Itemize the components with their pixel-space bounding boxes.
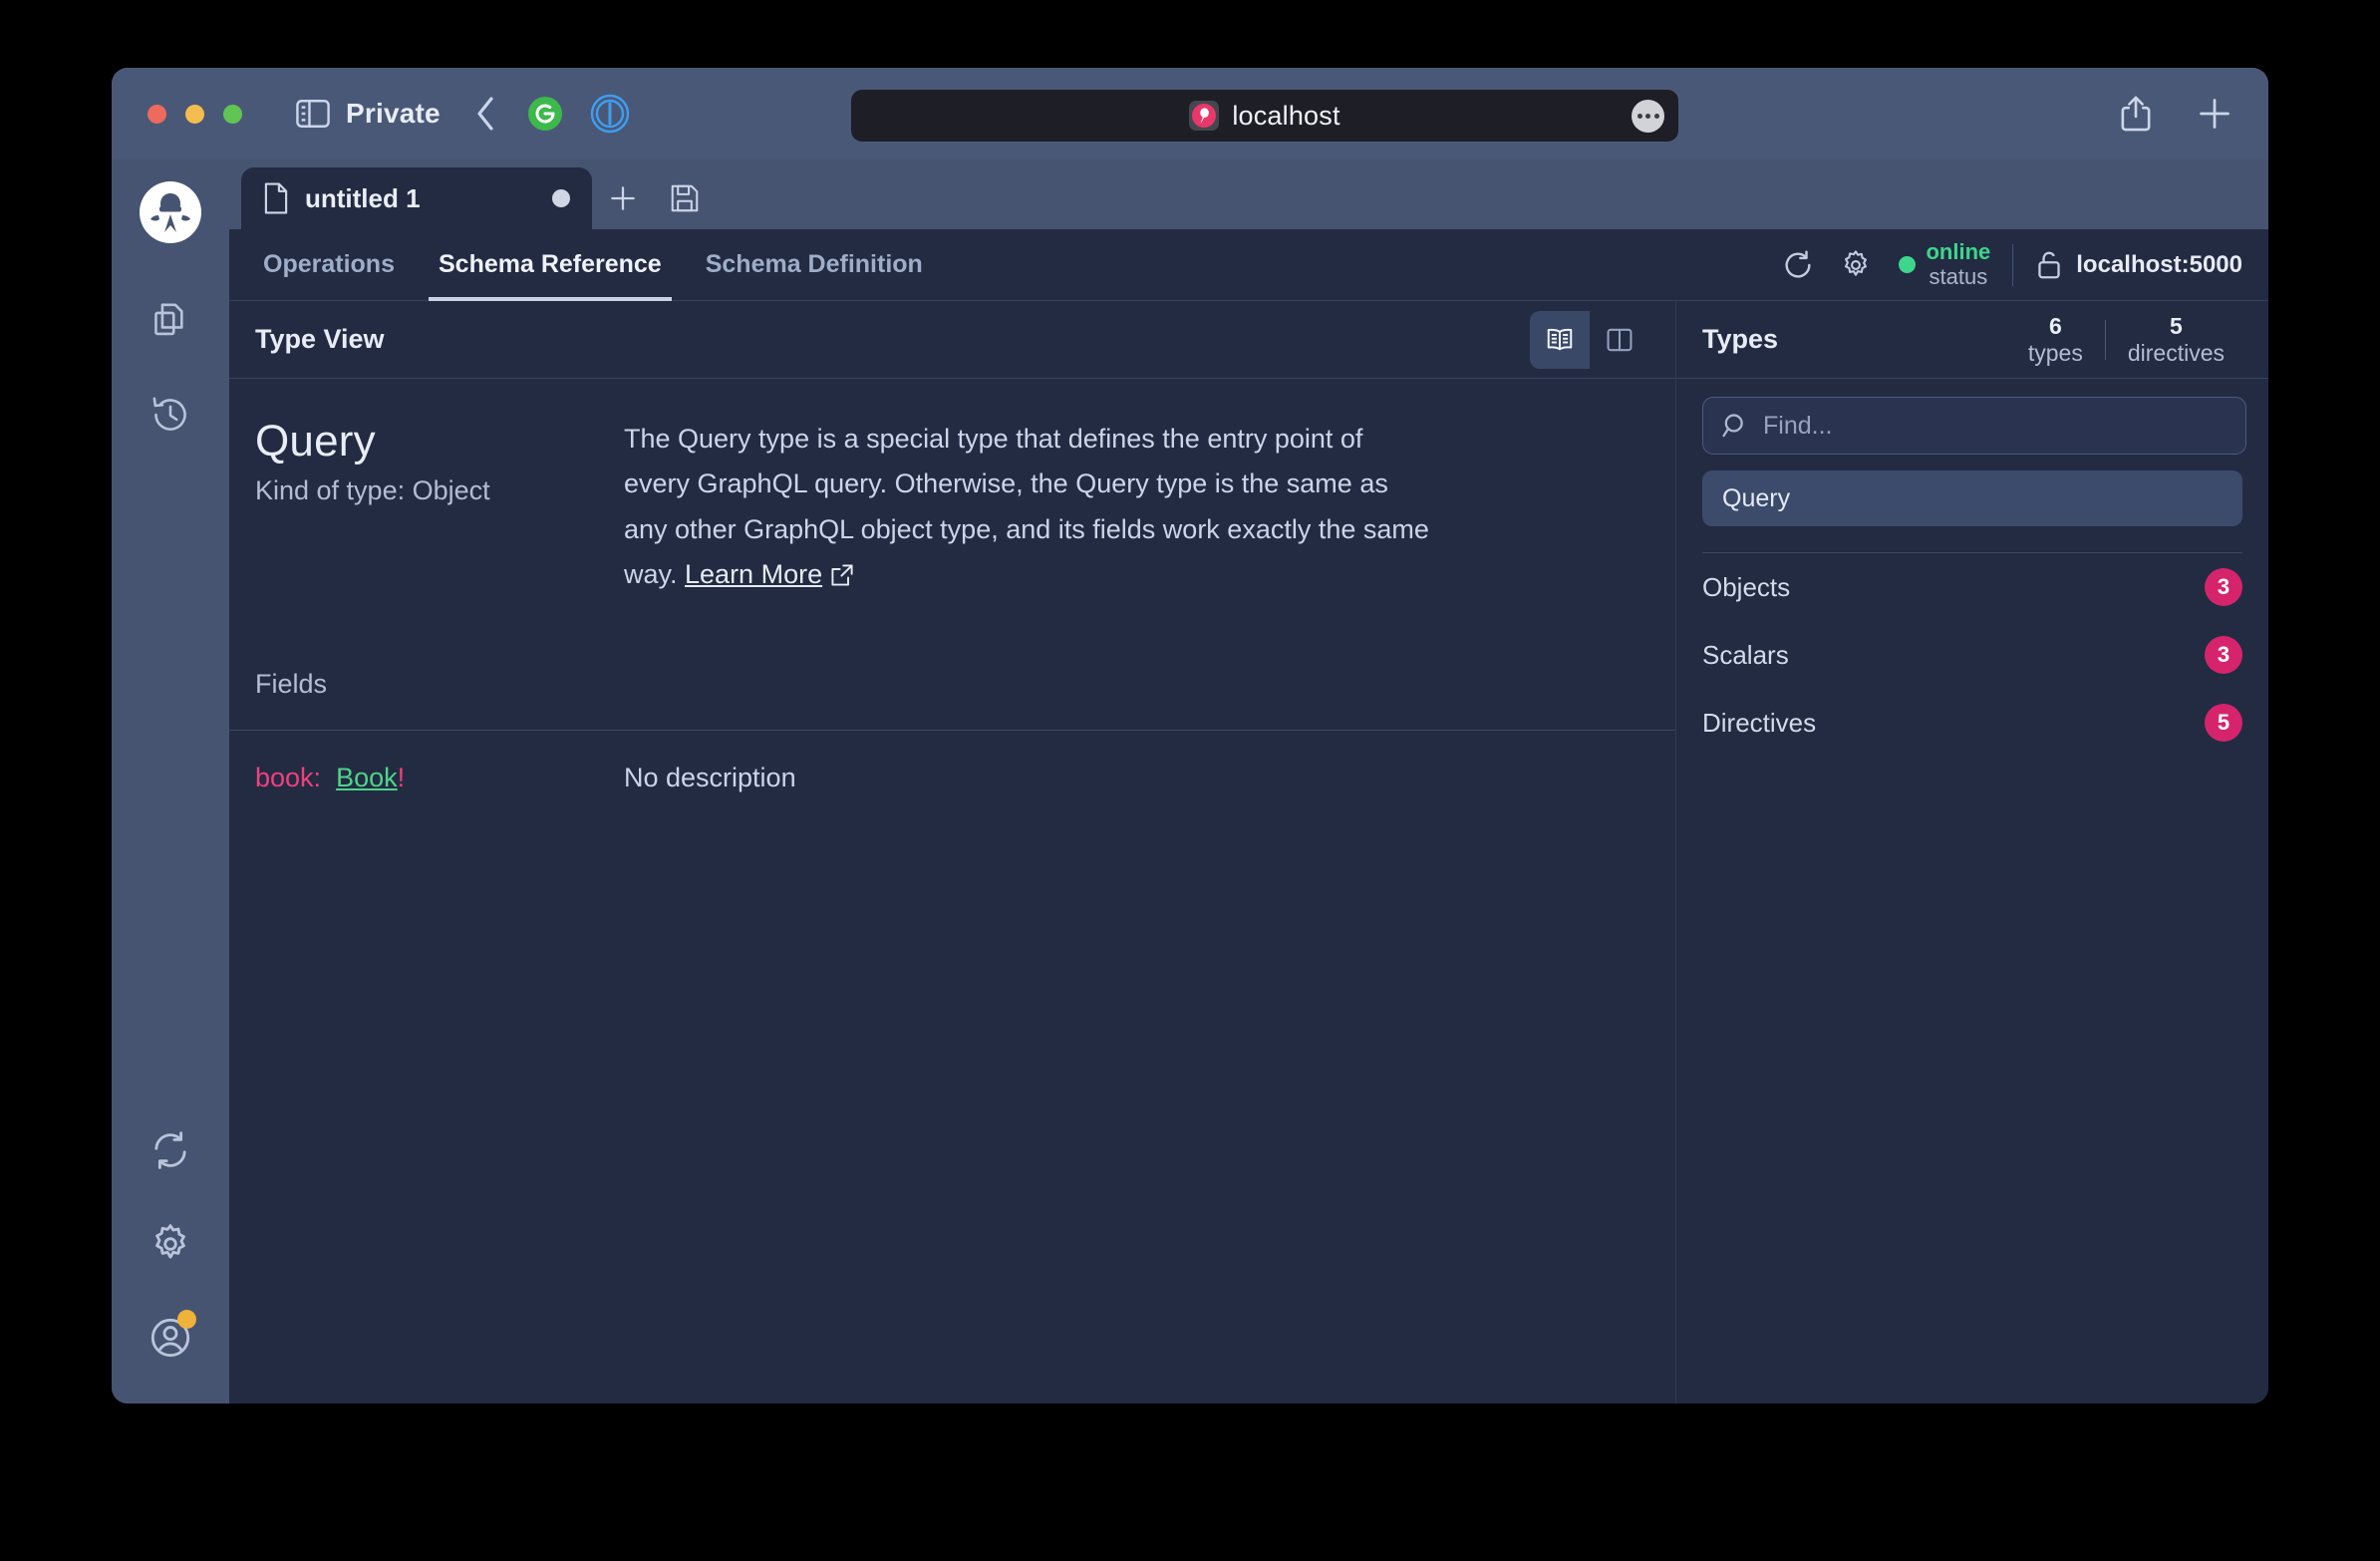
- status-badge: 3: [2205, 568, 2242, 606]
- tab-operations[interactable]: Operations: [241, 229, 417, 301]
- type-view-header: Type View: [229, 301, 1675, 379]
- account-notification-badge: [177, 1310, 196, 1329]
- field-nonnull-marker: !: [397, 763, 406, 793]
- schema-tabs: Operations Schema Reference Schema Defin…: [229, 229, 2268, 301]
- toolbar-right-actions: [2119, 68, 2232, 159]
- grammarly-icon[interactable]: [526, 95, 564, 133]
- list-item-label: Directives: [1702, 707, 1817, 738]
- type-view-panel: Type View Query Kind of type: Object The…: [229, 301, 1676, 1404]
- list-item[interactable]: Scalars 3: [1702, 621, 2242, 689]
- window-tab-label: untitled 1: [305, 182, 421, 213]
- types-counters: 6 types 5 directives: [2006, 313, 2246, 365]
- types-count: 6 types: [2006, 313, 2105, 365]
- type-identity: Query Kind of type: Object: [255, 417, 624, 601]
- types-count-label: types: [2027, 339, 2083, 366]
- external-link-icon[interactable]: [830, 556, 854, 601]
- field-description: No description: [624, 763, 796, 793]
- list-item-label: Scalars: [1702, 639, 1789, 670]
- unsaved-indicator-dot: [552, 189, 570, 207]
- docs-icon[interactable]: [139, 289, 202, 353]
- tab-schema-definition[interactable]: Schema Definition: [684, 229, 945, 301]
- account-icon[interactable]: [139, 1306, 202, 1370]
- directives-count-value: 5: [2170, 313, 2183, 340]
- types-selected-item[interactable]: Query: [1702, 470, 2242, 526]
- list-item[interactable]: Objects 3: [1702, 553, 2242, 621]
- type-description: The Query type is a special type that de…: [624, 417, 1431, 601]
- altair-app: untitled 1 Operations Schema Reference S…: [112, 159, 2268, 1404]
- private-mode-label: Private: [346, 98, 441, 129]
- close-window-button[interactable]: [148, 104, 166, 124]
- page-title: Type View: [255, 324, 385, 354]
- settings-gear-icon[interactable]: [139, 1212, 202, 1276]
- status-badge: 3: [2205, 636, 2242, 674]
- field-type-link[interactable]: Book: [336, 763, 398, 792]
- sync-icon[interactable]: [139, 1118, 202, 1182]
- add-window-button[interactable]: [592, 167, 654, 229]
- type-view-body: Query Kind of type: Object The Query typ…: [229, 379, 1675, 1404]
- learn-more-link[interactable]: Learn More: [685, 559, 822, 589]
- type-kind: Kind of type: Object: [255, 475, 490, 505]
- content-area: Type View Query Kind of type: Object The…: [229, 301, 2268, 1404]
- maximize-window-button[interactable]: [223, 104, 242, 124]
- altair-logo[interactable]: [140, 181, 201, 243]
- book-view-icon[interactable]: [1530, 310, 1590, 369]
- more-options-icon[interactable]: [1632, 100, 1664, 133]
- table-row[interactable]: book: Book! No description: [229, 731, 1675, 793]
- field-name: book:: [255, 763, 322, 793]
- unlock-icon: [2035, 250, 2063, 280]
- field-signature: book: Book!: [255, 763, 624, 793]
- types-title: Types: [1702, 324, 1779, 354]
- type-summary: Query Kind of type: Object The Query typ…: [229, 379, 1675, 601]
- altair-favicon-icon: [1189, 101, 1220, 131]
- window-controls: [112, 104, 242, 124]
- types-panel-header: Types 6 types 5 directives: [1676, 301, 2268, 379]
- list-item[interactable]: Directives 5: [1702, 689, 2242, 757]
- types-panel: Types 6 types 5 directives Find... Query…: [1676, 301, 2268, 1404]
- history-icon[interactable]: [139, 383, 202, 447]
- plus-icon[interactable]: [2197, 96, 2232, 132]
- gear-icon[interactable]: [1827, 236, 1885, 294]
- window-tab-strip: untitled 1: [229, 159, 2268, 229]
- status-value: online: [1926, 238, 1991, 264]
- share-icon[interactable]: [2119, 95, 2153, 133]
- type-name: Query: [255, 417, 376, 466]
- save-floppy-icon[interactable]: [654, 167, 716, 229]
- document-icon: [263, 182, 289, 214]
- status-caption: status: [1929, 263, 1988, 289]
- types-search-wrap: [1676, 379, 2268, 455]
- app-sidebar-rail: [112, 159, 229, 1404]
- search-field[interactable]: [1702, 397, 2246, 455]
- status-dot: [1899, 256, 1917, 273]
- browser-window: Private localhost untitled 1 Operations …: [112, 68, 2268, 1404]
- sidebar-toggle-icon[interactable]: [296, 99, 330, 129]
- status-badge: online status: [1926, 238, 1991, 289]
- browser-toolbar: Private localhost: [112, 68, 2268, 159]
- back-chevron-icon[interactable]: [474, 96, 496, 132]
- directives-count: 5 directives: [2106, 313, 2246, 365]
- fields-section-label: Fields: [229, 601, 1675, 732]
- tab-schema-reference[interactable]: Schema Reference: [417, 229, 684, 301]
- list-item-label: Objects: [1702, 571, 1791, 602]
- address-bar[interactable]: localhost: [851, 90, 1678, 142]
- split-view-icon[interactable]: [1590, 311, 1649, 369]
- search-icon: [1721, 412, 1749, 440]
- schema-tabs-actions: online status localhost:5000: [1769, 236, 2242, 294]
- window-tab[interactable]: untitled 1: [241, 167, 592, 229]
- types-category-list: Objects 3 Scalars 3 Directives 5: [1676, 553, 2268, 757]
- view-mode-toggle: [1530, 310, 1649, 369]
- search-input[interactable]: [1763, 411, 2228, 441]
- app-main: untitled 1 Operations Schema Reference S…: [229, 159, 2268, 1404]
- divider: [2012, 243, 2014, 286]
- endpoint-url[interactable]: localhost:5000: [2076, 251, 2242, 279]
- address-text: localhost: [1232, 100, 1340, 131]
- types-count-value: 6: [2048, 313, 2062, 340]
- status-badge: 5: [2205, 704, 2242, 742]
- onepassword-icon[interactable]: [590, 94, 630, 134]
- minimize-window-button[interactable]: [185, 104, 204, 124]
- reload-icon[interactable]: [1769, 236, 1827, 294]
- directives-count-label: directives: [2127, 339, 2225, 366]
